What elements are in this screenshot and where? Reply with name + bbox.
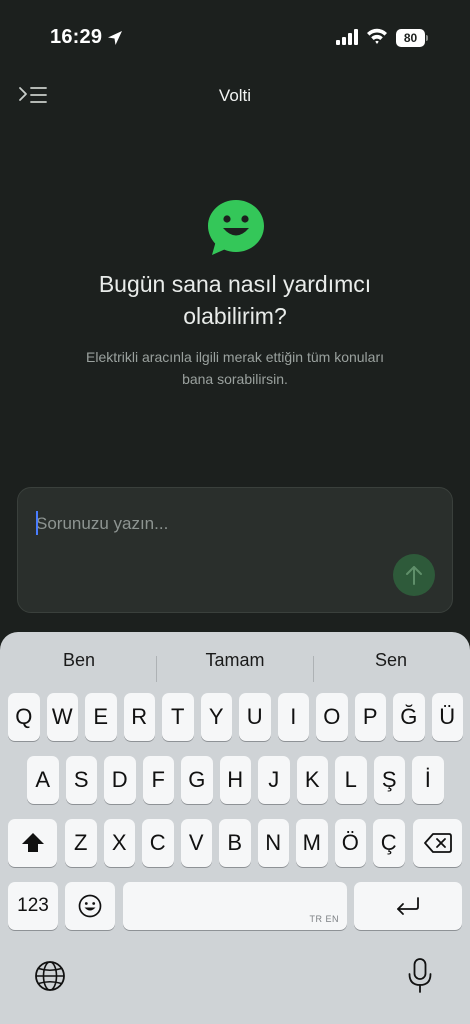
welcome-subtitle-line1: Elektrikli aracınla ilgili merak ettiğin… [86,349,384,365]
key-r[interactable]: R [123,693,155,741]
battery-icon: 80 [396,29,428,47]
space-key[interactable]: TR EN [123,882,347,930]
key-m[interactable]: M [296,819,328,867]
key-n[interactable]: N [257,819,289,867]
key-ş[interactable]: Ş [373,756,405,804]
key-g[interactable]: G [181,756,213,804]
key-q[interactable]: Q [8,693,40,741]
key-ö[interactable]: Ö [334,819,366,867]
welcome-subtitle: Elektrikli aracınla ilgili merak ettiğin… [40,346,430,390]
status-time: 16:29 [50,26,103,48]
numbers-key[interactable]: 123 [8,882,58,930]
cellular-signal-icon [336,29,358,45]
key-ü[interactable]: Ü [431,693,463,741]
globe-icon[interactable] [33,959,67,993]
emoji-icon [78,894,102,918]
key-l[interactable]: L [335,756,367,804]
welcome-title: Bugün sana nasıl yardımcı olabilirim? [40,268,430,332]
question-input[interactable]: Sorunuzu yazın... [17,487,453,613]
question-input-placeholder: Sorunuzu yazın... [36,514,169,533]
wifi-icon [367,28,387,44]
key-v[interactable]: V [180,819,212,867]
text-cursor [36,511,38,535]
welcome-title-line2: olabilirim? [183,303,287,329]
return-icon [397,897,419,915]
shift-icon [21,833,44,852]
key-x[interactable]: X [103,819,135,867]
key-f[interactable]: F [142,756,174,804]
suggestion-1[interactable]: Ben [1,650,157,671]
location-arrow-icon [108,31,122,45]
shift-key[interactable] [8,819,57,867]
key-i[interactable]: I [277,693,309,741]
emoji-key[interactable] [65,882,115,930]
key-e[interactable]: E [85,693,117,741]
suggestion-2[interactable]: Tamam [157,650,313,671]
key-ğ[interactable]: Ğ [393,693,425,741]
welcome-title-line1: Bugün sana nasıl yardımcı [98,271,372,297]
suggestion-bar: Ben Tamam Sen [0,642,470,682]
key-c[interactable]: C [142,819,174,867]
chat-bubble-smile-icon [208,200,264,255]
key-a[interactable]: A [27,756,59,804]
battery-level: 80 [403,31,418,45]
keyboard: Ben Tamam Sen 123 TR EN Q W E R T Y U I … [0,632,470,1024]
key-h[interactable]: H [219,756,251,804]
key-j[interactable]: J [258,756,290,804]
backspace-icon [423,833,452,853]
key-s[interactable]: S [65,756,97,804]
key-z[interactable]: Z [65,819,97,867]
key-b[interactable]: B [219,819,251,867]
status-bar: 16:29 80 [0,0,470,76]
backspace-key[interactable] [413,819,462,867]
key-ç[interactable]: Ç [373,819,405,867]
keyboard-language-indicator: TR EN [309,914,339,924]
key-o[interactable]: O [316,693,348,741]
arrow-up-icon [406,566,422,585]
key-i̇[interactable]: İ [412,756,444,804]
microphone-icon[interactable] [406,957,434,995]
key-k[interactable]: K [296,756,328,804]
key-y[interactable]: Y [200,693,232,741]
return-key[interactable] [354,882,462,930]
app-title: Volti [218,86,252,105]
send-button[interactable] [393,554,435,596]
key-d[interactable]: D [104,756,136,804]
key-t[interactable]: T [162,693,194,741]
key-w[interactable]: W [46,693,78,741]
key-u[interactable]: U [239,693,271,741]
welcome-subtitle-line2: bana sorabilirsin. [182,371,288,387]
suggestion-3[interactable]: Sen [313,650,469,671]
key-p[interactable]: P [354,693,386,741]
